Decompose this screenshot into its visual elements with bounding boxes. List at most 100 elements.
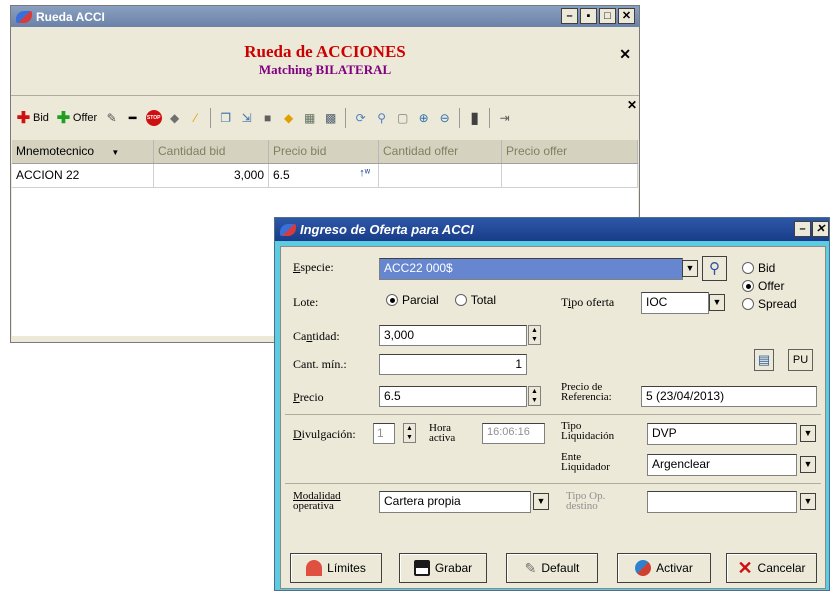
radio-bid-circle[interactable] (742, 262, 754, 274)
remove-icon[interactable]: ━ (124, 110, 141, 127)
cell-mnemotecnico[interactable]: ACCION 22 (12, 164, 154, 187)
pu-button[interactable]: PU (788, 349, 813, 371)
tipo-oferta-select[interactable]: IOC (641, 292, 709, 314)
add-offer-icon[interactable]: ✚ (55, 110, 72, 127)
phone-icon[interactable]: ▮ (466, 110, 483, 127)
restore-icon[interactable]: ▪ (580, 8, 597, 24)
tipo-oferta-label: Tipo oferta (561, 295, 615, 309)
main-window-titlebar[interactable]: Rueda ACCI – ▪ □ ✕ (11, 6, 639, 27)
divulgacion-label: Divulgación: (293, 427, 356, 441)
board-header: Rueda de ACCIONES Matching BILATERAL ✕ (11, 28, 639, 96)
divulgacion-stepper[interactable]: ▲ ▼ (403, 423, 416, 443)
column-mnemotecnico[interactable]: Mnemotecnico ▼ (12, 140, 154, 163)
column-cantidad-bid[interactable]: Cantidad bid (154, 140, 269, 163)
tipo-liquidacion-dropdown-icon[interactable]: ▼ (800, 425, 816, 442)
radio-offer[interactable]: Offer (742, 279, 797, 293)
limites-button[interactable]: Límites (290, 553, 382, 583)
radio-spread-circle[interactable] (742, 298, 754, 310)
header-close-icon[interactable]: ✕ (619, 46, 631, 63)
app-logo-icon (280, 223, 296, 236)
board-title: Rueda de ACCIONES (244, 42, 406, 61)
tipo-op-destino-dropdown-icon[interactable]: ▼ (800, 493, 816, 510)
calculator-icon[interactable]: ▤ (754, 349, 774, 371)
edit-pencil-icon[interactable]: ✎ (103, 110, 120, 127)
radio-parcial-circle[interactable] (386, 294, 398, 306)
precio-input[interactable]: 6.5 (379, 386, 527, 407)
dialog-title: Ingreso de Oferta para ACCI (300, 222, 474, 237)
radio-total[interactable]: Total (454, 293, 496, 307)
tipo-op-destino-select[interactable] (647, 491, 797, 513)
cancelar-button[interactable]: ✕ Cancelar (726, 553, 817, 583)
grid-icon[interactable]: ■ (259, 110, 276, 127)
bid-button-label[interactable]: Bid (33, 112, 49, 124)
offer-button-label[interactable]: Offer (73, 112, 97, 124)
divider (285, 483, 821, 484)
radio-offer-circle[interactable] (742, 280, 754, 292)
column-precio-offer[interactable]: Precio offer (502, 140, 638, 163)
radio-bid[interactable]: Bid (742, 261, 797, 275)
cantidad-input[interactable]: 3,000 (379, 325, 527, 346)
cell-precio-bid[interactable]: 6.5 ↑ʷ (269, 164, 379, 187)
divulgacion-input[interactable]: 1 (373, 423, 395, 444)
cantidad-stepper[interactable]: ▲ ▼ (528, 325, 541, 345)
radio-parcial[interactable]: Parcial (386, 293, 439, 307)
dialog-titlebar[interactable]: Ingreso de Oferta para ACCI – ✕ (275, 218, 829, 241)
refresh-icon[interactable]: ⟳ (352, 110, 369, 127)
cant-min-label: Cant. mín.: (293, 357, 347, 371)
especie-dropdown-icon[interactable]: ▼ (682, 260, 698, 277)
radio-total-circle[interactable] (454, 294, 467, 306)
tipo-liquidacion-label: Tipo Liquidación (561, 420, 615, 442)
minimize-icon[interactable]: – (561, 8, 578, 24)
main-toolbar: ✚ Bid ✚ Offer ✎ ━ STOP ◆ ⁄ ❐ ⇲ ■ ◆ ▦ ▩ ⟳… (11, 97, 639, 139)
exit-icon[interactable]: ⇥ (496, 110, 513, 127)
app-logo-icon (16, 10, 32, 23)
hora-activa-label: Hora activa (429, 422, 456, 444)
chart-icon[interactable]: ▦ (301, 110, 318, 127)
tipo-liquidacion-select[interactable]: DVP (647, 423, 797, 445)
grabar-button[interactable]: Grabar (399, 553, 487, 583)
toolbar-close-icon[interactable]: ✕ (627, 98, 637, 112)
cell-precio-offer[interactable] (502, 164, 638, 187)
modalidad-select[interactable]: Cartera propia (379, 491, 531, 513)
dialog-close-icon[interactable]: ✕ (812, 221, 829, 237)
dialog-body: Especie: ACC22 000$ ▼ ⚲ Bid Offer Spread… (280, 246, 826, 589)
stop-icon[interactable]: STOP (145, 110, 162, 127)
calculator-icon[interactable]: ▩ (322, 110, 339, 127)
copy-icon[interactable]: ❐ (217, 110, 234, 127)
radio-spread[interactable]: Spread (742, 297, 797, 311)
add-bid-icon[interactable]: ✚ (15, 110, 32, 127)
dialog-minimize-icon[interactable]: – (794, 221, 811, 237)
order-entry-dialog: Ingreso de Oferta para ACCI – ✕ Especie:… (274, 217, 830, 591)
cell-cantidad-offer[interactable] (379, 164, 502, 187)
zoom-in-icon[interactable]: ⊕ (415, 110, 432, 127)
tipo-oferta-dropdown-icon[interactable]: ▼ (709, 294, 725, 311)
export-icon[interactable]: ⇲ (238, 110, 255, 127)
maximize-icon[interactable]: □ (599, 8, 616, 24)
zoom-out-icon[interactable]: ⊖ (436, 110, 453, 127)
filter-icon[interactable]: ⚲ (373, 110, 390, 127)
column-cantidad-offer[interactable]: Cantidad offer (379, 140, 502, 163)
clip-icon[interactable]: ▢ (394, 110, 411, 127)
especie-select[interactable]: ACC22 000$ (379, 258, 683, 280)
cell-cantidad-bid[interactable]: 3,000 (154, 164, 269, 187)
precio-ref-field: 5 (23/04/2013) (641, 386, 817, 407)
cantidad-label: Cantidad: (293, 329, 340, 343)
cant-min-input[interactable]: 1 (379, 354, 527, 375)
ente-liquidador-select[interactable]: Argenclear (647, 454, 797, 476)
ente-liquidador-dropdown-icon[interactable]: ▼ (800, 456, 816, 473)
search-icon[interactable]: ⚲ (702, 256, 727, 281)
default-button[interactable]: ✎ Default (506, 553, 598, 583)
gavel-icon[interactable]: ◆ (166, 110, 183, 127)
activar-button[interactable]: Activar (617, 553, 711, 583)
table-row[interactable]: ACCION 22 3,000 6.5 ↑ʷ (12, 164, 638, 188)
sort-dropdown-icon[interactable]: ▼ (111, 148, 119, 157)
broom-icon[interactable]: ⁄ (187, 110, 204, 127)
diamond-icon[interactable]: ◆ (280, 110, 297, 127)
lote-radio-group: Parcial Total (386, 293, 496, 307)
column-precio-bid[interactable]: Precio bid (269, 140, 379, 163)
close-icon[interactable]: ✕ (618, 8, 635, 24)
modalidad-dropdown-icon[interactable]: ▼ (533, 493, 549, 510)
side-radio-group: Bid Offer Spread (742, 261, 797, 311)
tipo-op-destino-label: Tipo Op. destino (566, 490, 606, 512)
precio-stepper[interactable]: ▲ ▼ (528, 386, 541, 406)
